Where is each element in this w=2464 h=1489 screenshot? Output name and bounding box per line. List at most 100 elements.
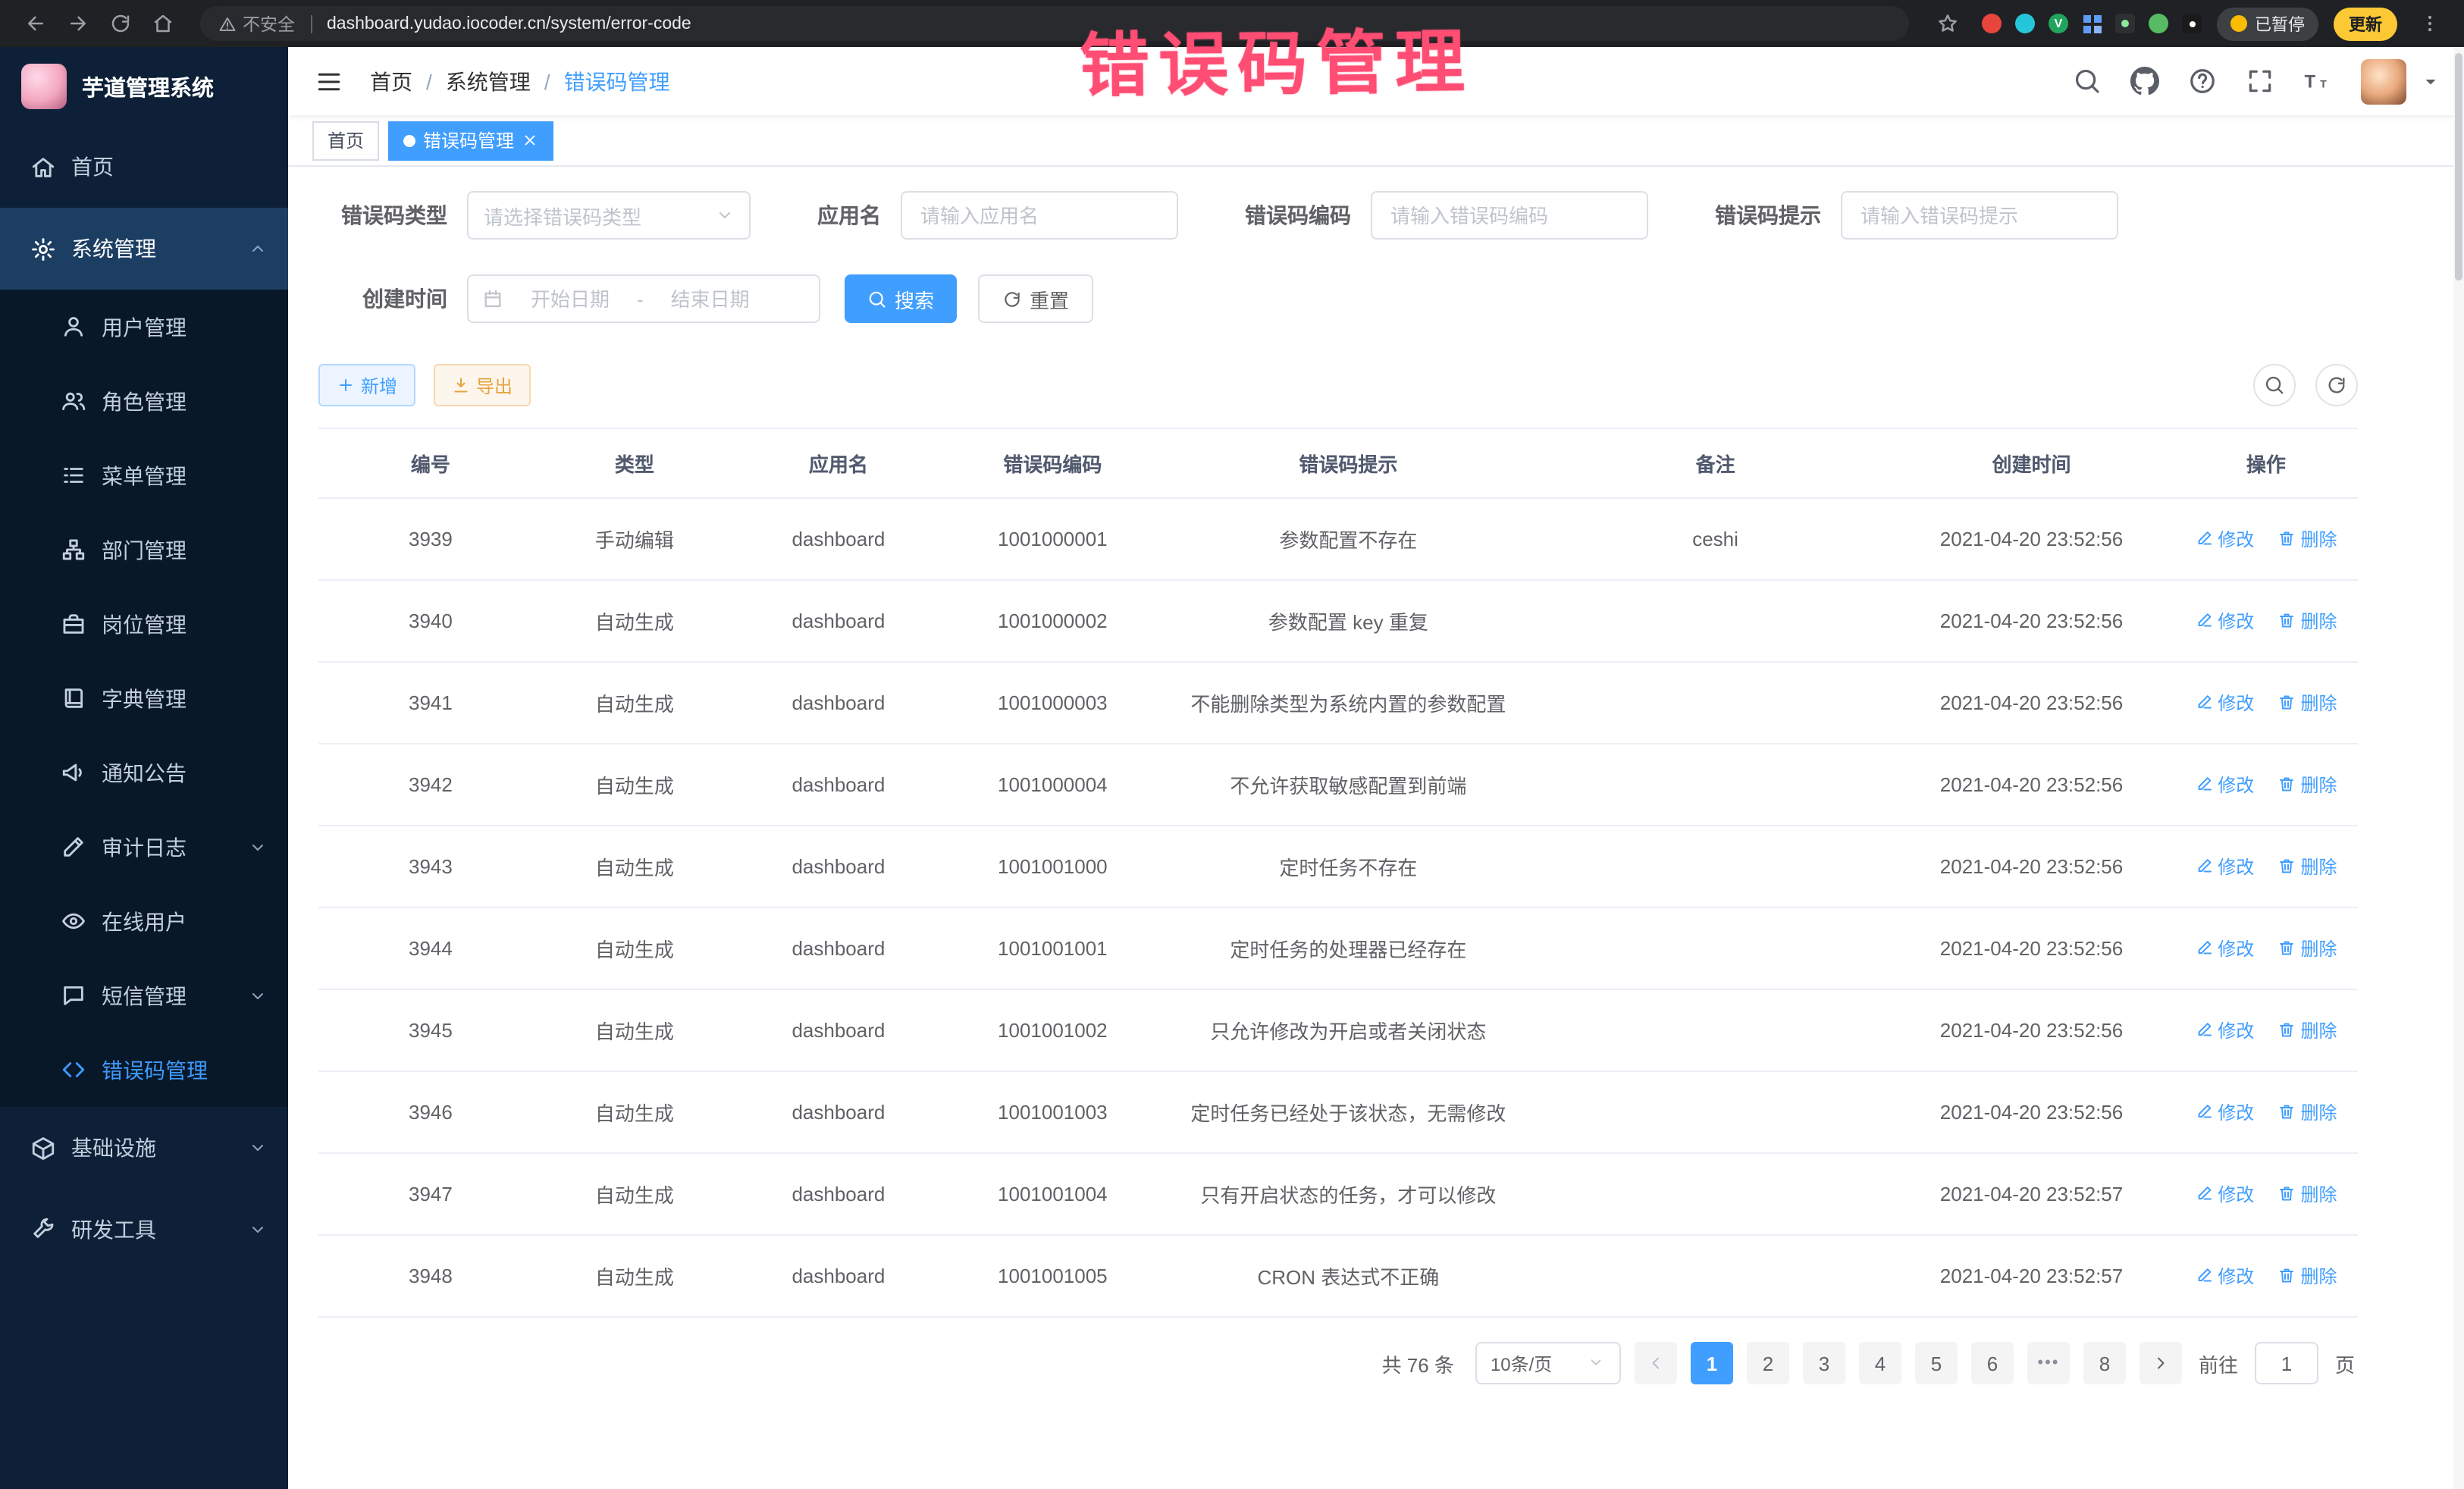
export-button[interactable]: 导出 (434, 364, 531, 406)
sidebar-item[interactable]: 基础设施 (0, 1107, 288, 1189)
sidebar-item[interactable]: 审计日志 (0, 810, 288, 884)
caret-down-icon[interactable] (2422, 72, 2440, 90)
delete-link[interactable]: 删除 (2278, 608, 2337, 634)
search-icon[interactable] (2073, 67, 2102, 96)
bookmark-star-icon[interactable] (1927, 4, 1967, 43)
extension-icon[interactable] (2182, 14, 2202, 33)
delete-link[interactable]: 删除 (2278, 1263, 2337, 1289)
scrollbar[interactable] (2453, 47, 2464, 1489)
filter-create-time: 创建时间 - (318, 274, 820, 323)
sidebar-item[interactable]: 菜单管理 (0, 438, 288, 513)
sidebar-item[interactable]: 岗位管理 (0, 587, 288, 661)
edit-icon (2195, 530, 2213, 548)
page-button[interactable]: 2 (1747, 1342, 1789, 1384)
edit-link[interactable]: 修改 (2195, 1017, 2254, 1043)
delete-link[interactable]: 删除 (2278, 1017, 2337, 1043)
end-date-input[interactable] (650, 287, 771, 310)
delete-link[interactable]: 删除 (2278, 690, 2337, 716)
sidebar-item[interactable]: 部门管理 (0, 513, 288, 587)
back-icon[interactable] (15, 4, 55, 43)
date-range-picker[interactable]: - (467, 274, 820, 323)
fullscreen-icon[interactable] (2246, 67, 2274, 96)
goto-page-input[interactable] (2255, 1342, 2318, 1384)
delete-link[interactable]: 删除 (2278, 526, 2337, 552)
sidebar-item[interactable]: 研发工具 (0, 1189, 288, 1271)
search-button[interactable]: 搜索 (845, 274, 957, 323)
page-button[interactable]: 6 (1971, 1342, 2014, 1384)
tags-view-bar: 首页 错误码管理 (288, 115, 2464, 167)
edit-link[interactable]: 修改 (2195, 854, 2254, 879)
app-logo[interactable]: 芋道管理系统 (0, 47, 288, 126)
delete-link[interactable]: 删除 (2278, 854, 2337, 879)
paused-badge[interactable]: 已暂停 (2217, 7, 2318, 40)
sidebar-item[interactable]: 角色管理 (0, 364, 288, 438)
sidebar-item[interactable]: 错误码管理 (0, 1033, 288, 1107)
home-nav-icon[interactable] (143, 4, 182, 43)
page-button[interactable]: 4 (1859, 1342, 1901, 1384)
tab[interactable]: 错误码管理 (388, 121, 553, 160)
sidebar-item-label: 角色管理 (102, 386, 267, 416)
font-size-icon[interactable]: TT (2303, 67, 2332, 96)
page-size-select[interactable]: 10条/页 (1475, 1342, 1621, 1384)
app-name-input[interactable] (901, 191, 1178, 240)
forward-icon[interactable] (58, 4, 97, 43)
home-icon (30, 154, 56, 180)
page-button[interactable]: 1 (1691, 1342, 1733, 1384)
extension-icon[interactable]: V (2049, 14, 2068, 33)
next-page-button[interactable] (2140, 1342, 2182, 1384)
edit-link[interactable]: 修改 (2195, 1099, 2254, 1125)
browser-menu-icon[interactable] (2409, 4, 2449, 43)
page-button[interactable]: 8 (2083, 1342, 2126, 1384)
delete-link[interactable]: 删除 (2278, 936, 2337, 961)
edit-link[interactable]: 修改 (2195, 936, 2254, 961)
breadcrumb-item[interactable]: 首页 (370, 66, 412, 96)
security-warning[interactable]: 不安全 (218, 11, 295, 36)
hamburger-icon[interactable] (312, 64, 346, 98)
address-bar[interactable]: 不安全 dashboard.yudao.iocoder.cn/system/er… (200, 6, 1909, 41)
prev-page-button[interactable] (1635, 1342, 1677, 1384)
help-icon[interactable] (2188, 67, 2217, 96)
edit-link[interactable]: 修改 (2195, 526, 2254, 552)
error-message-input[interactable] (1841, 191, 2118, 240)
sidebar-item[interactable]: 首页 (0, 126, 288, 208)
close-icon[interactable] (522, 132, 538, 149)
page-button[interactable]: 3 (1803, 1342, 1845, 1384)
extension-icon[interactable] (2015, 14, 2035, 33)
delete-link[interactable]: 删除 (2278, 1181, 2337, 1207)
error-code-input[interactable] (1371, 191, 1648, 240)
extension-icon[interactable] (1982, 14, 2002, 33)
delete-link[interactable]: 删除 (2278, 1099, 2337, 1125)
refresh-table-button[interactable] (2315, 364, 2358, 406)
page-button[interactable]: 5 (1915, 1342, 1958, 1384)
extension-icon[interactable] (2149, 14, 2168, 33)
sidebar-item[interactable]: 通知公告 (0, 735, 288, 810)
edit-link[interactable]: 修改 (2195, 690, 2254, 716)
sidebar-item[interactable]: 短信管理 (0, 958, 288, 1033)
sidebar-item[interactable]: 在线用户 (0, 884, 288, 958)
extension-icon[interactable] (2115, 14, 2135, 33)
sidebar-item[interactable]: 字典管理 (0, 661, 288, 735)
add-button[interactable]: 新增 (318, 364, 415, 406)
breadcrumb-item[interactable]: 系统管理 (412, 66, 531, 96)
error-type-select[interactable]: 请选择错误码类型 (467, 191, 751, 240)
delete-link[interactable]: 删除 (2278, 772, 2337, 798)
breadcrumb-item[interactable]: 错误码管理 (531, 66, 670, 96)
start-date-input[interactable] (509, 287, 631, 310)
edit-link[interactable]: 修改 (2195, 1181, 2254, 1207)
extension-icon[interactable] (2082, 14, 2102, 33)
page-button[interactable]: ••• (2027, 1342, 2070, 1384)
tab[interactable]: 首页 (312, 121, 379, 160)
sidebar-item[interactable]: 系统管理 (0, 208, 288, 290)
edit-link[interactable]: 修改 (2195, 1263, 2254, 1289)
reload-icon[interactable] (100, 4, 140, 43)
sidebar-item[interactable]: 用户管理 (0, 290, 288, 364)
edit-link[interactable]: 修改 (2195, 608, 2254, 634)
filter-app-name: 应用名 (817, 191, 1178, 240)
scrollbar-thumb[interactable] (2455, 53, 2462, 281)
browser-update-button[interactable]: 更新 (2334, 7, 2397, 40)
user-avatar[interactable] (2361, 58, 2406, 104)
github-icon[interactable] (2130, 67, 2159, 96)
reset-button[interactable]: 重置 (978, 274, 1093, 323)
show-search-button[interactable] (2253, 364, 2296, 406)
edit-link[interactable]: 修改 (2195, 772, 2254, 798)
